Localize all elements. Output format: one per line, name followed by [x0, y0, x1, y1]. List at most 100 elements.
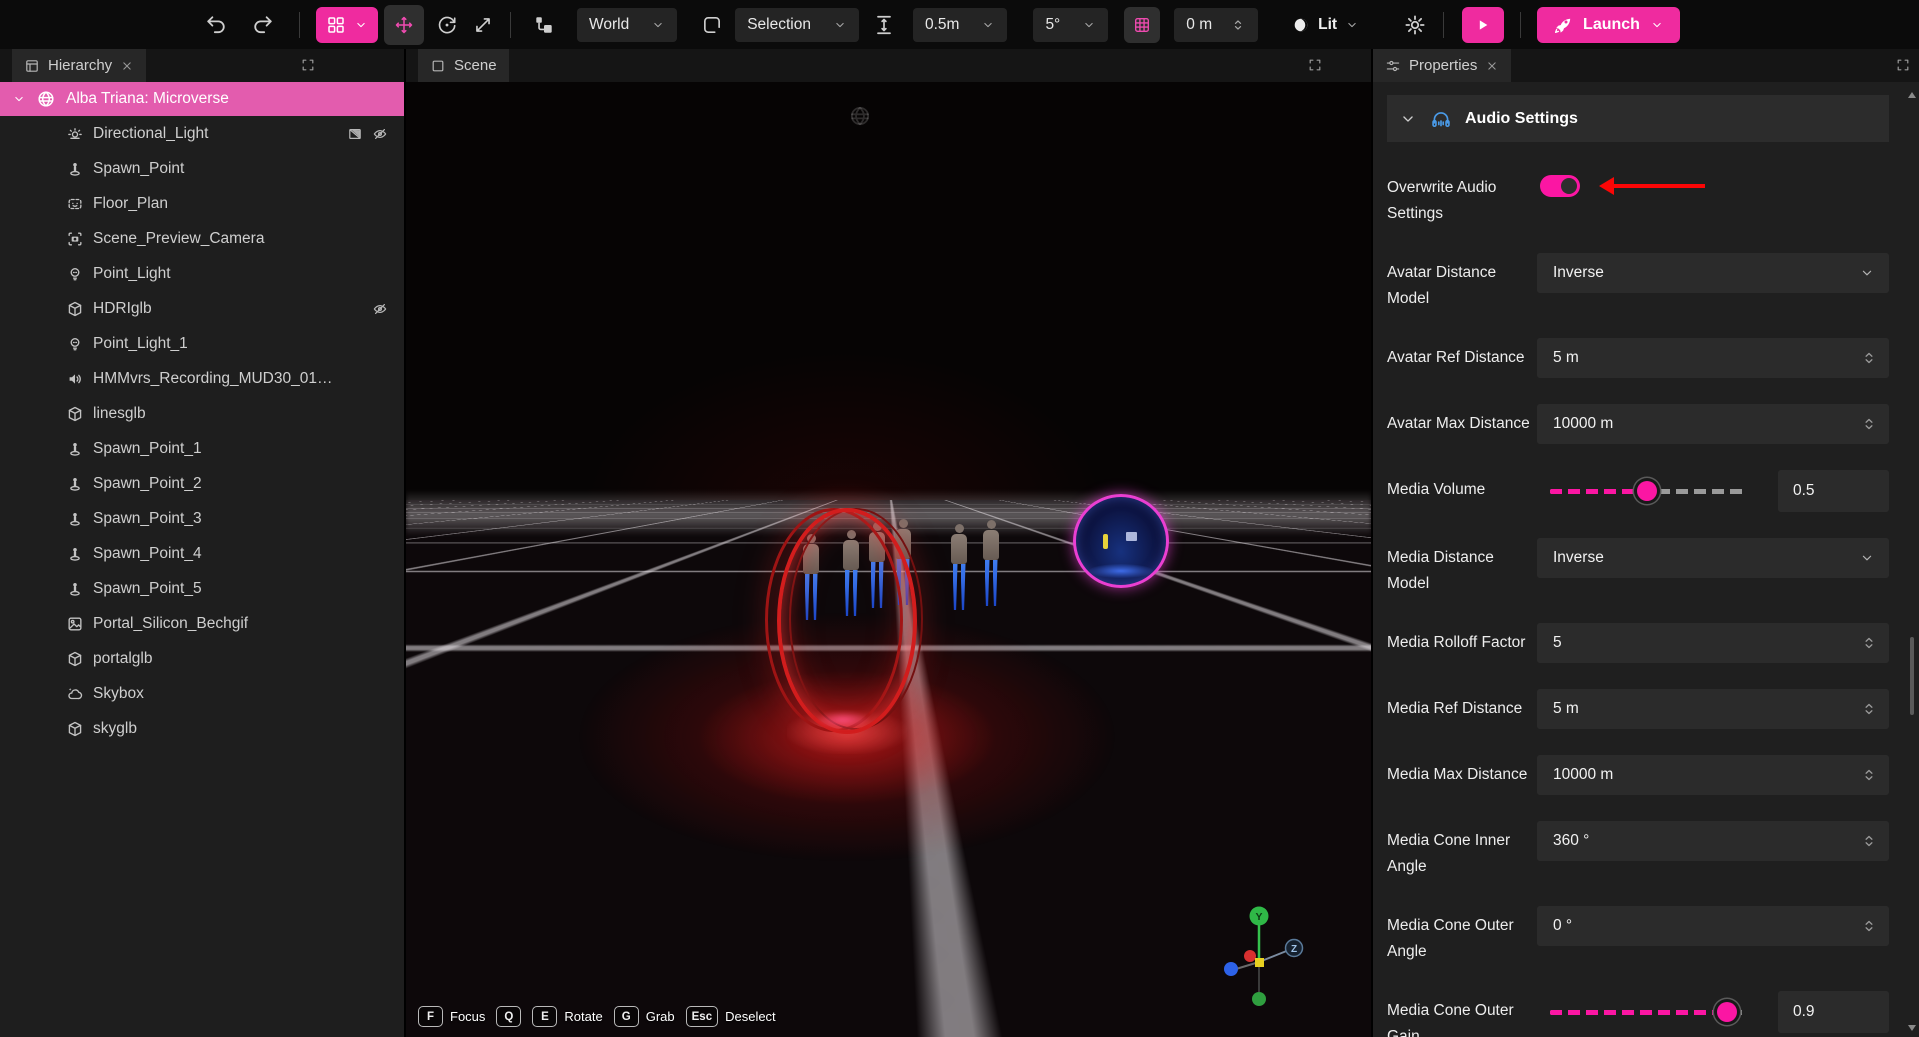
- media-cone-outer-gain-slider[interactable]: 0.9: [1537, 991, 1889, 1033]
- slider-track[interactable]: [1550, 1010, 1744, 1015]
- property-label: Avatar Distance Model: [1387, 253, 1537, 312]
- cube-icon: [66, 405, 84, 423]
- launch-button[interactable]: Launch: [1537, 7, 1680, 43]
- property-control: 10000 m: [1537, 755, 1889, 795]
- property-row-media-distance-model: Media Distance ModelInverse: [1387, 538, 1889, 597]
- hierarchy-item-portal-silicon-bechgif[interactable]: Portal_Silicon_Bechgif: [0, 606, 404, 641]
- red-ring-object[interactable]: [765, 508, 924, 728]
- rotate-snap-dropdown[interactable]: 5°: [1033, 8, 1108, 42]
- scene-expand-button[interactable]: [1307, 57, 1323, 73]
- settings-button[interactable]: [1403, 13, 1427, 37]
- hierarchy-expand-button[interactable]: [300, 57, 316, 73]
- avatar-figure[interactable]: [978, 520, 1004, 606]
- media-distance-model-dropdown[interactable]: Inverse: [1537, 538, 1889, 578]
- tab-properties[interactable]: Properties: [1373, 49, 1511, 82]
- grid-2x2-icon: [326, 15, 346, 35]
- property-label: Media Ref Distance: [1387, 689, 1537, 729]
- hierarchy-item-floor-plan[interactable]: Floor_Plan: [0, 186, 404, 221]
- undo-button[interactable]: [204, 13, 228, 37]
- toggle-knob: [1561, 178, 1577, 194]
- property-row-media-volume: Media Volume0.5: [1387, 470, 1889, 512]
- media-cone-outer-gain-value-field[interactable]: 0.9: [1778, 991, 1889, 1033]
- hierarchy-item-spawn-point-5[interactable]: Spawn_Point_5: [0, 571, 404, 606]
- scene-tabbar: Scene: [406, 49, 1371, 82]
- hierarchy-item-hmmvrs-recording-mud30-01[interactable]: HMMvrs_Recording_MUD30_01…: [0, 361, 404, 396]
- grid-toggle-button[interactable]: [1124, 7, 1160, 43]
- spawn-point-icon: [66, 475, 84, 493]
- media-cone-outer-angle-stepper[interactable]: 0 °: [1537, 906, 1889, 946]
- hierarchy-item-hdriglb[interactable]: HDRIglb: [0, 291, 404, 326]
- hierarchy-item-skybox[interactable]: Skybox: [0, 676, 404, 711]
- move-snap-dropdown[interactable]: 0.5m: [913, 8, 1007, 42]
- hierarchy-item-linesglb[interactable]: linesglb: [0, 396, 404, 431]
- hierarchy-item-scene-preview-camera[interactable]: Scene_Preview_Camera: [0, 221, 404, 256]
- media-volume-slider[interactable]: 0.5: [1537, 470, 1889, 512]
- close-icon[interactable]: [1485, 59, 1499, 73]
- property-control: 0.9: [1537, 991, 1889, 1037]
- slider-thumb[interactable]: [1637, 481, 1657, 501]
- close-icon[interactable]: [120, 59, 134, 73]
- hierarchy-item-portalglb[interactable]: portalglb: [0, 641, 404, 676]
- hierarchy-item-skyglb[interactable]: skyglb: [0, 711, 404, 746]
- stepper-value: 5 m: [1553, 700, 1579, 718]
- axis-gizmo[interactable]: Y Z: [1209, 902, 1309, 1017]
- move-tool-button[interactable]: [384, 5, 424, 45]
- media-cone-inner-angle-stepper[interactable]: 360 °: [1537, 821, 1889, 861]
- avatar-max-distance-stepper[interactable]: 10000 m: [1537, 404, 1889, 444]
- hierarchy-item-point-light[interactable]: Point_Light: [0, 256, 404, 291]
- tab-hierarchy[interactable]: Hierarchy: [12, 49, 146, 82]
- toolbar-divider: [1520, 12, 1521, 38]
- scroll-down-arrow[interactable]: [1908, 1025, 1916, 1031]
- portal-object[interactable]: [1073, 494, 1169, 588]
- tab-scene[interactable]: Scene: [418, 49, 509, 82]
- media-ref-distance-stepper[interactable]: 5 m: [1537, 689, 1889, 729]
- hierarchy-item-point-light-1[interactable]: Point_Light_1: [0, 326, 404, 361]
- avatar-figure[interactable]: [946, 524, 972, 610]
- slider-track[interactable]: [1550, 489, 1744, 494]
- properties-expand-button[interactable]: [1895, 57, 1911, 73]
- spawn-point-icon: [66, 160, 84, 178]
- hierarchy-root-item[interactable]: Alba Triana: Microverse: [0, 82, 404, 116]
- spin-icon: [1860, 766, 1878, 784]
- hierarchy-item-spawn-point-2[interactable]: Spawn_Point_2: [0, 466, 404, 501]
- elevation-stepper[interactable]: 0 m: [1174, 8, 1258, 42]
- slider-thumb[interactable]: [1717, 1002, 1737, 1022]
- shading-dropdown[interactable]: Lit: [1292, 16, 1359, 34]
- rotate-tool-button[interactable]: [436, 14, 458, 36]
- hierarchy-item-spawn-point-3[interactable]: Spawn_Point_3: [0, 501, 404, 536]
- 3d-viewport[interactable]: Y Z FFocusQERotateGGrabEscDeselect: [406, 82, 1371, 1037]
- overwrite-audio-settings-toggle[interactable]: [1540, 175, 1580, 197]
- hierarchy-item-directional-light[interactable]: Directional_Light: [0, 116, 404, 151]
- avatar-ref-distance-stepper[interactable]: 5 m: [1537, 338, 1889, 378]
- play-button[interactable]: [1462, 7, 1504, 43]
- selection-dropdown[interactable]: Selection: [735, 8, 859, 42]
- stepper-value: 5 m: [1553, 349, 1579, 367]
- vertical-move-icon[interactable]: [873, 14, 895, 36]
- media-rolloff-factor-stepper[interactable]: 5: [1537, 623, 1889, 663]
- scroll-up-arrow[interactable]: [1908, 92, 1916, 98]
- hierarchy-item-label: skyglb: [93, 720, 137, 738]
- audio-settings-section-header[interactable]: Audio Settings: [1387, 95, 1889, 142]
- hierarchy-item-label: Spawn_Point_5: [93, 580, 202, 598]
- world-dropdown[interactable]: World: [577, 8, 677, 42]
- pivot-icon[interactable]: [701, 14, 723, 36]
- property-row-avatar-ref-distance: Avatar Ref Distance5 m: [1387, 338, 1889, 378]
- media-volume-value-field[interactable]: 0.5: [1778, 470, 1889, 512]
- hierarchy-root-label: Alba Triana: Microverse: [66, 90, 229, 108]
- properties-scrollbar[interactable]: [1905, 88, 1918, 1035]
- property-label: Media Cone Outer Angle: [1387, 906, 1537, 965]
- avatar-distance-model-dropdown[interactable]: Inverse: [1537, 253, 1889, 293]
- asset-library-button[interactable]: [316, 7, 378, 43]
- hierarchy-item-spawn-point-4[interactable]: Spawn_Point_4: [0, 536, 404, 571]
- redo-button[interactable]: [251, 13, 275, 37]
- hierarchy-item-spawn-point-1[interactable]: Spawn_Point_1: [0, 431, 404, 466]
- transform-space-icon[interactable]: [533, 14, 555, 36]
- key-cap: Q: [496, 1006, 521, 1027]
- scroll-thumb[interactable]: [1910, 637, 1914, 715]
- hierarchy-item-spawn-point[interactable]: Spawn_Point: [0, 151, 404, 186]
- hotkey-esc: EscDeselect: [686, 1006, 776, 1027]
- scale-tool-button[interactable]: [472, 14, 494, 36]
- hierarchy-item-label: Spawn_Point_2: [93, 475, 202, 493]
- media-max-distance-stepper[interactable]: 10000 m: [1537, 755, 1889, 795]
- scene-panel: Scene: [406, 49, 1371, 1037]
